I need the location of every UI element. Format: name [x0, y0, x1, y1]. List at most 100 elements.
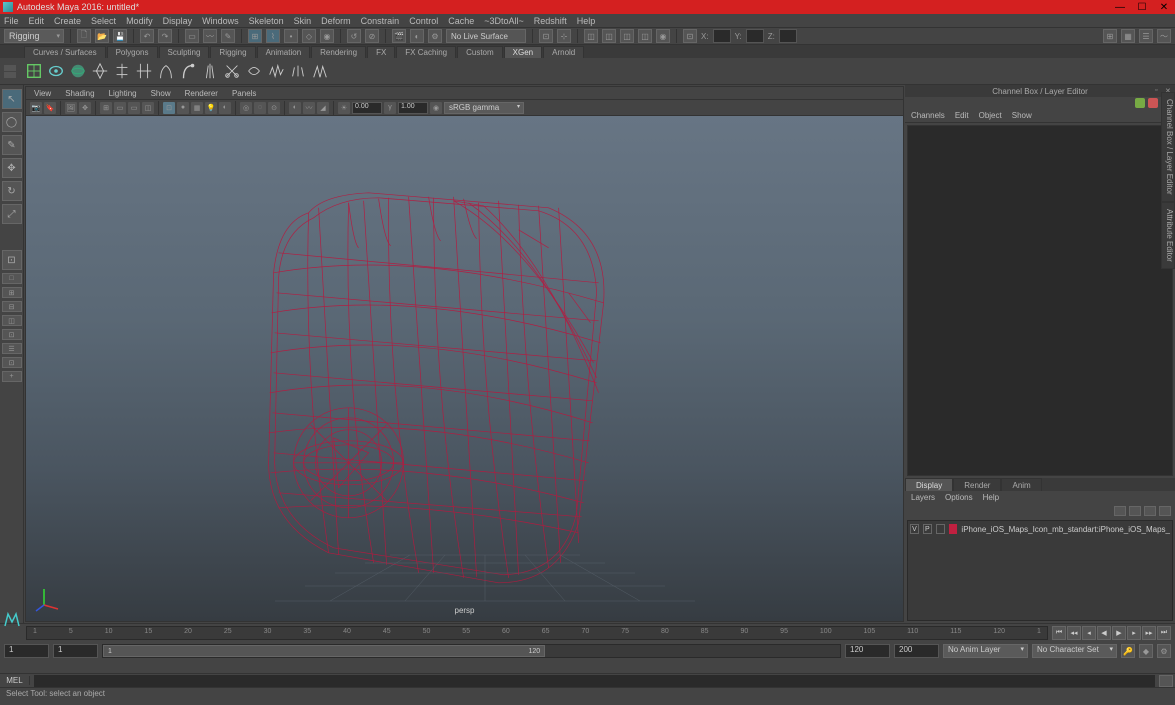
hypershade-icon[interactable]: ▦ — [1121, 29, 1135, 43]
script-editor-icon[interactable] — [1159, 675, 1173, 687]
shelf-tab-polygons[interactable]: Polygons — [107, 46, 158, 58]
step-fwd-icon[interactable]: ▸ — [1127, 626, 1141, 640]
range-start-field[interactable]: 1 — [4, 644, 49, 658]
menu-create[interactable]: Create — [54, 16, 81, 26]
vp-ao-icon[interactable]: ◐ — [289, 102, 301, 114]
paint-tool[interactable]: ✎ — [2, 135, 22, 155]
shelf-tab-curves[interactable]: Curves / Surfaces — [24, 46, 106, 58]
layer-menu-options[interactable]: Options — [945, 493, 973, 502]
set-key-icon[interactable]: ◆ — [1139, 644, 1153, 658]
xgen-noise-icon[interactable] — [266, 61, 286, 81]
layer-name[interactable]: iPhone_iOS_Maps_Icon_mb_standart:iPhone_… — [961, 525, 1170, 534]
anim-prefs-icon[interactable]: ⚙ — [1157, 644, 1171, 658]
snap-point-icon[interactable]: • — [284, 29, 298, 43]
menu-file[interactable]: File — [4, 16, 19, 26]
menu-constrain[interactable]: Constrain — [361, 16, 400, 26]
graph-editor-icon[interactable]: 〜 — [1157, 29, 1171, 43]
playback-start-field[interactable]: 1 — [53, 644, 98, 658]
go-end-icon[interactable]: ⏭ — [1157, 626, 1171, 640]
menu-redshift[interactable]: Redshift — [534, 16, 567, 26]
layer-menu-layers[interactable]: Layers — [911, 493, 935, 502]
scale-tool[interactable]: ⤢ — [2, 204, 22, 224]
menu-cache[interactable]: Cache — [448, 16, 474, 26]
xgen-region-icon[interactable] — [310, 61, 330, 81]
layer-row[interactable]: V P iPhone_iOS_Maps_Icon_mb_standart:iPh… — [910, 523, 1170, 535]
shelf-tab-arnold[interactable]: Arnold — [543, 46, 584, 58]
channel-mode-2-icon[interactable] — [1148, 98, 1158, 108]
vp-xray-icon[interactable]: ◌ — [254, 102, 266, 114]
xgen-cut-icon[interactable] — [222, 61, 242, 81]
menu-select[interactable]: Select — [91, 16, 116, 26]
menu-display[interactable]: Display — [163, 16, 193, 26]
go-start-icon[interactable]: ⏮ — [1052, 626, 1066, 640]
vp-colorspace-dropdown[interactable]: sRGB gamma — [444, 102, 524, 114]
shelf-tab-custom[interactable]: Custom — [457, 46, 503, 58]
layout-two-v[interactable]: ◫ — [2, 315, 22, 326]
ipr-icon[interactable]: ◐ — [410, 29, 424, 43]
vp-menu-view[interactable]: View — [34, 89, 51, 98]
vp-2d-pan-icon[interactable]: ✥ — [79, 102, 91, 114]
layer-new-empty-icon[interactable] — [1144, 506, 1156, 516]
menu-windows[interactable]: Windows — [202, 16, 239, 26]
open-scene-icon[interactable]: 📂 — [95, 29, 109, 43]
menu-skeleton[interactable]: Skeleton — [249, 16, 284, 26]
rtab-channel-box[interactable]: Channel Box / Layer Editor — [1161, 92, 1175, 202]
vp-film-gate-icon[interactable]: ▭ — [114, 102, 126, 114]
paint-select-icon[interactable]: ✎ — [221, 29, 235, 43]
vp-isolate-icon[interactable]: ◎ — [240, 102, 252, 114]
history-icon[interactable]: ↺ — [347, 29, 361, 43]
vp-resolution-gate-icon[interactable]: ▭ — [128, 102, 140, 114]
sym-icon[interactable]: ⊡ — [683, 29, 697, 43]
x-field[interactable] — [713, 29, 731, 43]
snap-plane-icon[interactable]: ◇ — [302, 29, 316, 43]
vp-gate-mask-icon[interactable]: ◫ — [142, 102, 154, 114]
xgen-guide-icon[interactable] — [90, 61, 110, 81]
ch-menu-show[interactable]: Show — [1012, 111, 1032, 120]
vp-smooth-shade-icon[interactable]: ● — [177, 102, 189, 114]
vp-menu-panels[interactable]: Panels — [232, 89, 256, 98]
xgen-create-icon[interactable] — [24, 61, 44, 81]
vp-menu-shading[interactable]: Shading — [65, 89, 94, 98]
layout-custom[interactable]: + — [2, 371, 22, 382]
minimize-button[interactable]: — — [1109, 2, 1131, 13]
layer-move-down-icon[interactable] — [1129, 506, 1141, 516]
pivot-icon[interactable]: ⊹ — [557, 29, 571, 43]
render-settings-icon[interactable]: ⚙ — [428, 29, 442, 43]
y-field[interactable] — [746, 29, 764, 43]
vp-motion-blur-icon[interactable]: 〰 — [303, 102, 315, 114]
close-button[interactable]: ✕ — [1153, 2, 1175, 13]
vp-gamma-field[interactable]: 1.00 — [398, 102, 428, 114]
shelf-tab-animation[interactable]: Animation — [257, 46, 311, 58]
xgen-open-icon[interactable] — [46, 61, 66, 81]
shelf-tab-sculpting[interactable]: Sculpting — [159, 46, 210, 58]
step-back-key-icon[interactable]: ◂◂ — [1067, 626, 1081, 640]
select-tool[interactable]: ↖ — [2, 89, 22, 109]
ch-menu-object[interactable]: Object — [979, 111, 1002, 120]
vp-wireframe-icon[interactable]: ⊡ — [163, 102, 175, 114]
rotate-tool[interactable]: ↻ — [2, 181, 22, 201]
select-mode-icon[interactable]: ▭ — [185, 29, 199, 43]
shelf-tab-rendering[interactable]: Rendering — [311, 46, 366, 58]
layer-list[interactable]: V P iPhone_iOS_Maps_Icon_mb_standart:iPh… — [907, 520, 1173, 621]
last-tool[interactable]: ⊡ — [2, 250, 22, 270]
live-surface-field[interactable]: No Live Surface — [446, 29, 526, 43]
xform-2-icon[interactable]: ◫ — [602, 29, 616, 43]
range-slider-thumb[interactable]: 1120 — [103, 645, 545, 657]
vp-menu-show[interactable]: Show — [151, 89, 171, 98]
xform-4-icon[interactable]: ◫ — [638, 29, 652, 43]
move-tool[interactable]: ✥ — [2, 158, 22, 178]
layer-color-swatch[interactable] — [949, 524, 958, 534]
xgen-clump-icon[interactable] — [200, 61, 220, 81]
xgen-length-icon[interactable] — [134, 61, 154, 81]
xgen-sphere-icon[interactable] — [68, 61, 88, 81]
vp-exposure-field[interactable]: 0.00 — [352, 102, 382, 114]
layout-three[interactable]: ⊡ — [2, 329, 22, 340]
layout-four[interactable]: ⊞ — [2, 287, 22, 298]
xgen-part-icon[interactable] — [244, 61, 264, 81]
vp-menu-lighting[interactable]: Lighting — [109, 89, 137, 98]
menu-skin[interactable]: Skin — [294, 16, 312, 26]
cmd-language-label[interactable]: MEL — [0, 676, 30, 685]
vp-image-plane-icon[interactable]: 🖼 — [65, 102, 77, 114]
ch-menu-channels[interactable]: Channels — [911, 111, 945, 120]
menu-control[interactable]: Control — [409, 16, 438, 26]
